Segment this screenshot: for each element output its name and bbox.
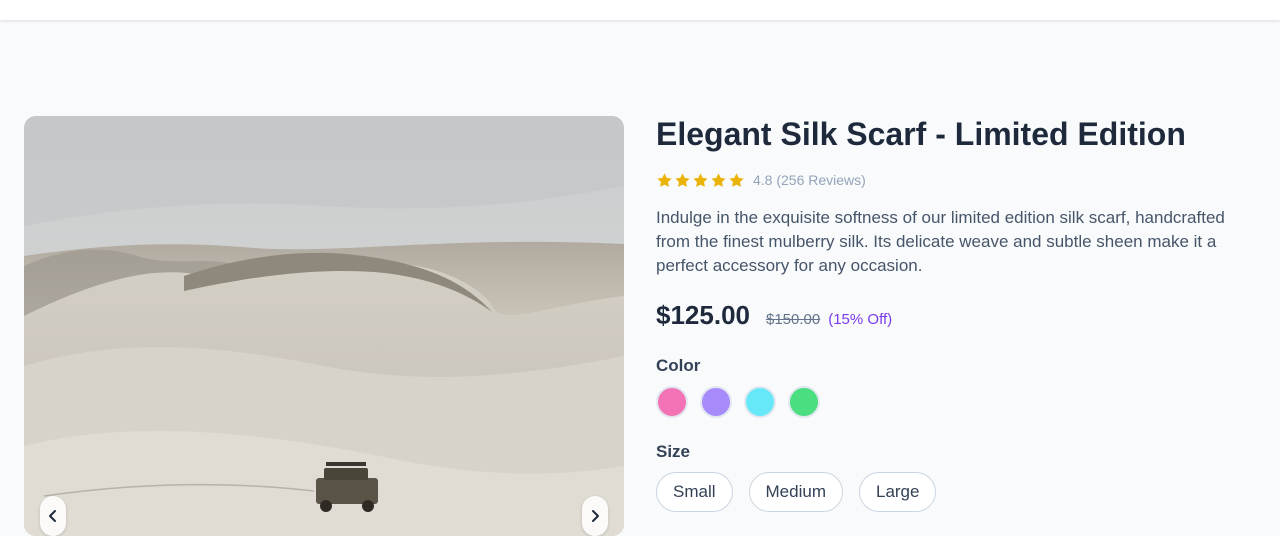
size-button-large[interactable]: Large [858,472,937,512]
star-icon [675,172,690,187]
color-swatch-purple[interactable] [700,386,732,418]
star-icon [711,172,726,187]
color-label: Color [656,356,701,375]
original-price: $150.00 [765,311,821,328]
product-description: Indulge in the exquisite softness of our… [656,208,1225,275]
product-rating: 4.8 (256 Reviews) [656,170,1256,190]
product-details: Elegant Silk Scarf - Limited Edition 4.8… [656,116,1256,512]
chevron-right-icon [592,510,599,522]
size-label: Size [656,442,691,461]
color-swatch-pink[interactable] [656,386,688,418]
size-button-small[interactable]: Small [656,472,733,512]
top-navigation-bar [0,0,1280,20]
product-image-gallery [24,116,624,536]
gallery-prev-button[interactable] [40,496,66,536]
color-swatch-green[interactable] [788,386,820,418]
star-icon [657,172,672,187]
product-title: Elegant Silk Scarf - Limited Edition [656,116,1186,152]
size-button-medium[interactable]: Medium [748,472,843,512]
current-price: $125.00 [656,300,750,330]
star-icon [729,172,744,187]
star-icon [693,172,708,187]
chevron-left-icon [49,510,56,522]
product-image [24,116,624,536]
rating-text[interactable]: 4.8 (256 Reviews) [753,172,866,188]
gallery-next-button[interactable] [582,496,608,536]
rating-stars [656,172,745,189]
size-options: Small Medium Large [656,472,1256,512]
color-swatches [656,386,1256,418]
discount-label: (15% Off) [828,311,893,328]
color-swatch-cyan[interactable] [744,386,776,418]
price-row: $125.00 $150.00 (15% Off) [656,300,1256,334]
